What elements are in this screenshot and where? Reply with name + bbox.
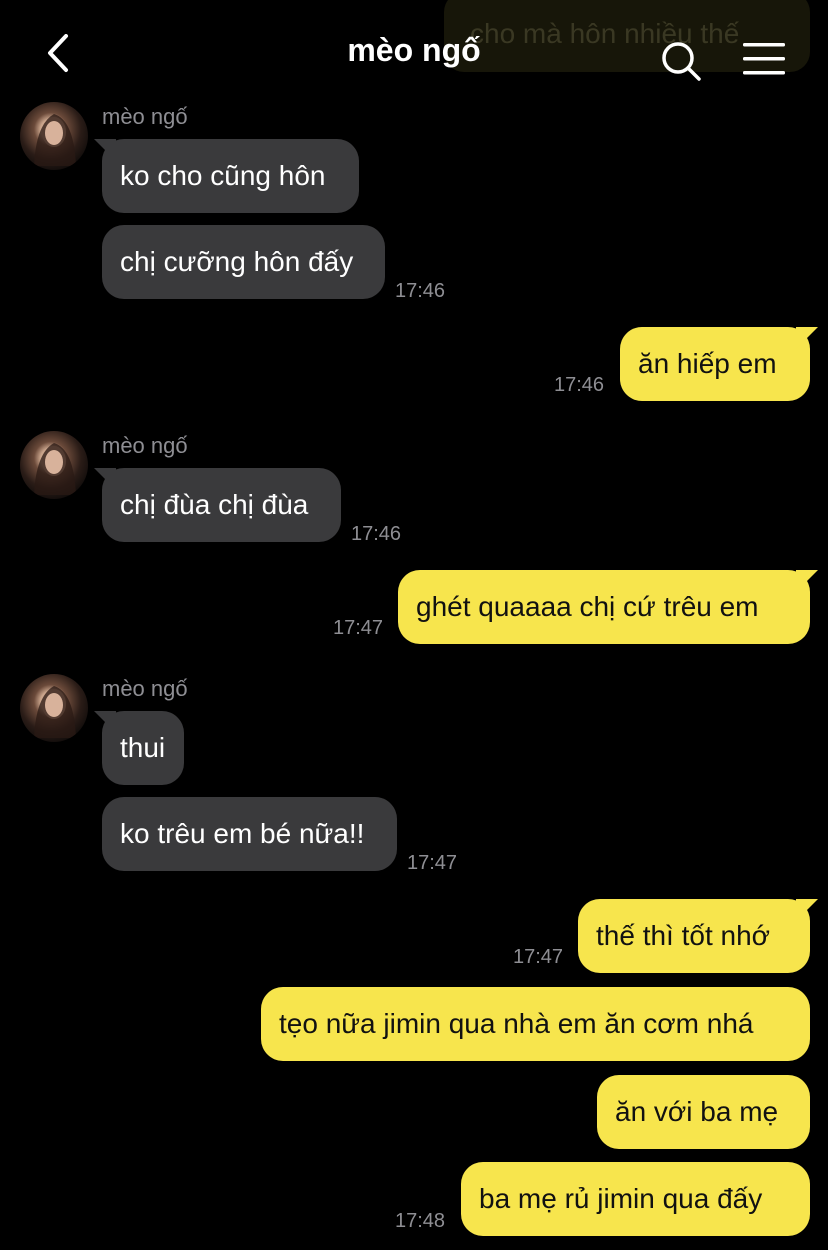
timestamp: 17:47 — [333, 617, 384, 639]
timestamp: 17:47 — [513, 946, 564, 968]
message-text: ba mẹ rủ jimin qua đấy — [479, 1183, 763, 1214]
avatar[interactable] — [20, 431, 88, 499]
search-icon — [662, 42, 701, 81]
message-bubble-outgoing[interactable]: ghét quaaaa chị cứ trêu em — [398, 570, 810, 644]
message-text: ghét quaaaa chị cứ trêu em — [416, 591, 759, 622]
avatar-photo — [34, 686, 76, 738]
hamburger-menu-icon — [743, 43, 785, 75]
sender-name: mèo ngố — [102, 433, 188, 458]
message-text: ăn với ba mẹ — [615, 1096, 779, 1127]
avatar[interactable] — [20, 102, 88, 170]
message-bubble-incoming[interactable]: thui — [102, 711, 184, 785]
message-bubble-incoming[interactable]: chị cưỡng hôn đấy — [102, 225, 385, 299]
sender-name: mèo ngố — [102, 676, 188, 701]
menu-button[interactable] — [742, 42, 786, 76]
timestamp: 17:46 — [554, 374, 605, 396]
message-text: ko trêu em bé nữa!! — [120, 818, 365, 849]
chat-title: mèo ngố — [347, 32, 481, 68]
message-bubble-outgoing[interactable]: ăn hiếp em — [620, 327, 810, 401]
message-bubble-incoming[interactable]: ko trêu em bé nữa!! — [102, 797, 397, 871]
timestamp: 17:47 — [407, 852, 458, 874]
message-bubble-outgoing[interactable]: tẹo nữa jimin qua nhà em ăn cơm nhá — [261, 987, 810, 1061]
avatar-photo — [34, 443, 76, 495]
avatar-photo — [34, 114, 76, 166]
message-text: chị cưỡng hôn đấy — [120, 246, 354, 277]
message-text: chị đùa chị đùa — [120, 489, 309, 520]
search-button[interactable] — [660, 40, 702, 82]
sender-name: mèo ngố — [102, 104, 188, 129]
message-bubble-incoming[interactable]: chị đùa chị đùa — [102, 468, 341, 542]
message-bubble-outgoing[interactable]: ăn với ba mẹ — [597, 1075, 810, 1149]
message-text: tẹo nữa jimin qua nhà em ăn cơm nhá — [279, 1008, 754, 1039]
message-text: ăn hiếp em — [638, 348, 777, 379]
avatar[interactable] — [20, 674, 88, 742]
message-text: thế thì tốt nhớ — [596, 920, 771, 951]
timestamp: 17:46 — [395, 280, 446, 302]
message-bubble-outgoing[interactable]: thế thì tốt nhớ — [578, 899, 810, 973]
message-bubble-outgoing[interactable]: ba mẹ rủ jimin qua đấy — [461, 1162, 810, 1236]
message-text: ko cho cũng hôn — [120, 160, 326, 191]
message-text: thui — [120, 732, 166, 763]
timestamp: 17:46 — [351, 523, 402, 545]
message-bubble-incoming[interactable]: ko cho cũng hôn — [102, 139, 359, 213]
timestamp: 17:48 — [395, 1210, 446, 1232]
